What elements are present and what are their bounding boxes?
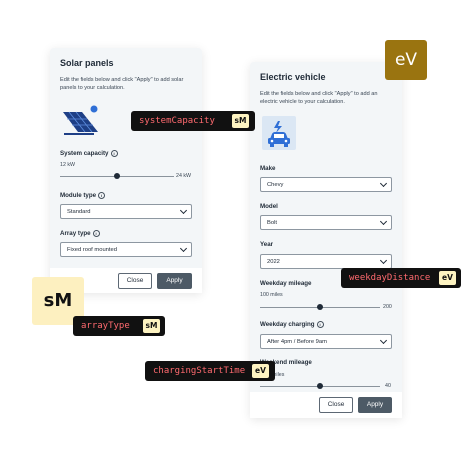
year-select[interactable]: 2022 [260, 254, 392, 269]
module-type-label-text: Module type [60, 192, 97, 200]
system-capacity-label: System capacity i [60, 150, 118, 157]
weekday-charging-value: After 4pm / Before 9am [267, 339, 327, 345]
model-label: Model [260, 203, 278, 210]
weekend-mileage-slider-thumb[interactable] [317, 383, 323, 389]
array-type-select[interactable]: Fixed roof mounted [60, 242, 192, 257]
tag-badge: eV [252, 364, 269, 378]
model-value: Bolt [267, 220, 277, 226]
weekday-charging-select[interactable]: After 4pm / Before 9am [260, 334, 392, 349]
tag-name: chargingStartTime [153, 366, 246, 376]
weekday-charging-label-text: Weekday charging [260, 321, 315, 329]
weekday-mileage-label: Weekday mileage [260, 280, 312, 287]
ev-badge: eV [385, 40, 427, 80]
chevron-down-icon [379, 256, 388, 265]
electric-car-icon [262, 116, 296, 150]
tag-badge: eV [439, 271, 456, 285]
module-type-value: Standard [67, 209, 91, 215]
charging-start-time-tag: chargingStartTime eV [145, 361, 275, 381]
module-type-select[interactable]: Standard [60, 204, 192, 219]
chevron-down-icon [379, 336, 388, 345]
tag-badge: sM [143, 319, 160, 333]
year-value: 2022 [267, 259, 280, 265]
info-icon[interactable]: i [110, 150, 118, 157]
close-button[interactable]: Close [319, 397, 353, 413]
year-label: Year [260, 241, 274, 248]
solar-panel-icon [60, 104, 100, 138]
close-button[interactable]: Close [118, 273, 152, 289]
make-value: Chevy [267, 182, 284, 188]
system-capacity-slider-thumb[interactable] [114, 173, 120, 179]
chevron-down-icon [179, 206, 188, 215]
make-label: Make [260, 165, 276, 172]
ev-panel-description: Edit the fields below and click "Apply" … [260, 91, 378, 105]
solar-panel-title: Solar panels [60, 58, 114, 68]
weekday-mileage-slider-thumb[interactable] [317, 304, 323, 310]
weekday-mileage-max: 200 [383, 304, 392, 310]
chevron-down-icon [179, 244, 188, 253]
model-select[interactable]: Bolt [260, 215, 392, 230]
make-select[interactable]: Chevy [260, 177, 392, 192]
system-capacity-label-text: System capacity [60, 150, 109, 158]
weekday-mileage-value: 100 miles [260, 292, 283, 298]
weekday-charging-label: Weekday charging i [260, 321, 324, 328]
ev-panel-title: Electric vehicle [260, 72, 326, 82]
weekday-distance-tag: weekdayDistance eV [341, 268, 461, 288]
tag-name: systemCapacity [139, 116, 215, 126]
tag-badge: sM [232, 114, 249, 128]
array-type-label-text: Array type [60, 230, 91, 238]
array-type-value: Fixed roof mounted [67, 247, 117, 253]
apply-button[interactable]: Apply [157, 273, 192, 289]
array-type-label: Array type i [60, 230, 100, 237]
solar-panel-description: Edit the fields below and click "Apply" … [60, 77, 184, 91]
info-icon[interactable]: i [92, 230, 100, 237]
chevron-down-icon [379, 217, 388, 226]
chevron-down-icon [379, 179, 388, 188]
module-type-label: Module type i [60, 192, 106, 200]
info-icon[interactable]: i [316, 321, 324, 328]
system-capacity-max: 24 kW [176, 173, 192, 179]
info-icon[interactable]: i [98, 192, 106, 199]
array-type-tag: arrayType sM [73, 316, 165, 336]
solar-panels-panel: Solar panels Edit the fields below and c… [50, 48, 202, 293]
system-capacity-tag: systemCapacity sM [131, 111, 255, 131]
weekend-mileage-max: 40 [385, 383, 391, 389]
tag-name: weekdayDistance [349, 273, 431, 283]
tag-name: arrayType [81, 321, 130, 331]
system-capacity-value: 12 kW [60, 162, 76, 168]
apply-button[interactable]: Apply [358, 397, 392, 413]
